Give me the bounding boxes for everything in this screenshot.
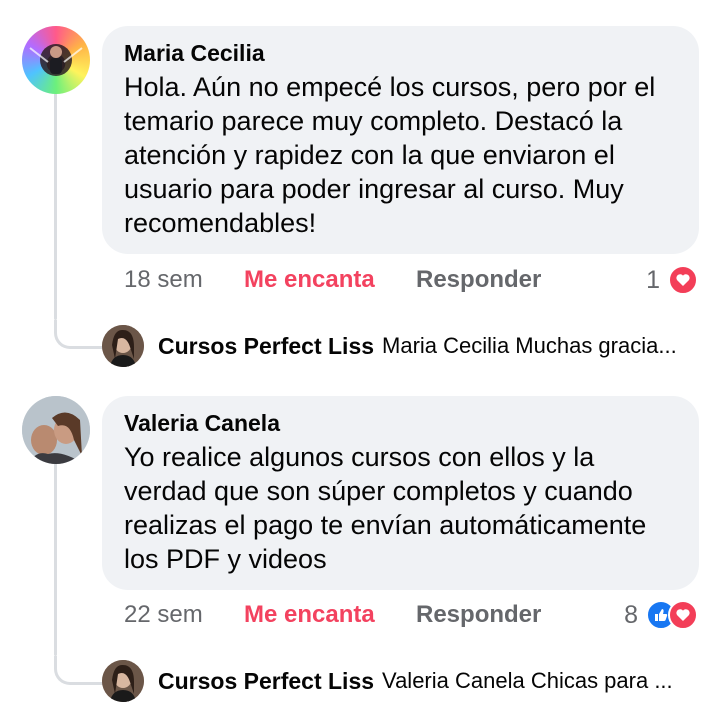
reaction-summary[interactable]: 1 bbox=[646, 263, 698, 297]
comment-timestamp[interactable]: 22 sem bbox=[124, 601, 244, 629]
avatar-image bbox=[22, 396, 90, 464]
love-button[interactable]: Me encanta bbox=[244, 266, 416, 294]
avatar-valeria-canela[interactable] bbox=[22, 396, 90, 464]
thread-line bbox=[54, 92, 57, 320]
comment-actions: 22 sem Me encanta Responder bbox=[124, 598, 541, 632]
reply-preview-text: Maria Cecilia Muchas gracia... bbox=[382, 333, 677, 358]
comment-actions: 18 sem Me encanta Responder bbox=[124, 263, 541, 297]
reaction-count: 8 bbox=[624, 600, 638, 629]
avatar-image bbox=[29, 44, 83, 76]
reply-author[interactable]: Cursos Perfect Liss bbox=[158, 668, 374, 695]
reply-button[interactable]: Responder bbox=[416, 601, 541, 629]
love-button[interactable]: Me encanta bbox=[244, 601, 416, 629]
reply-preview-row[interactable]: Cursos Perfect Liss Maria Cecilia Muchas… bbox=[102, 325, 702, 367]
reply-author[interactable]: Cursos Perfect Liss bbox=[158, 333, 374, 360]
avatar-maria-cecilia[interactable] bbox=[22, 26, 90, 94]
reply-preview-text: Valeria Canela Chicas para ... bbox=[382, 668, 673, 693]
avatar-cursos-perfect-liss[interactable] bbox=[102, 660, 144, 702]
comment-text: Yo realice algunos cursos con ellos y la… bbox=[124, 442, 647, 574]
avatar-image bbox=[102, 325, 144, 367]
comment-timestamp[interactable]: 18 sem bbox=[124, 266, 244, 294]
comment-bubble[interactable]: Maria Cecilia Hola. Aún no empecé los cu… bbox=[102, 26, 699, 254]
thread-line bbox=[54, 462, 57, 656]
comment-author[interactable]: Maria Cecilia bbox=[124, 38, 677, 68]
comment-author[interactable]: Valeria Canela bbox=[124, 408, 677, 438]
avatar-image bbox=[102, 660, 144, 702]
reaction-summary[interactable]: 8 bbox=[624, 598, 698, 632]
thread-connector bbox=[54, 320, 105, 349]
reply-preview-row[interactable]: Cursos Perfect Liss Valeria Canela Chica… bbox=[102, 660, 702, 702]
avatar-cursos-perfect-liss[interactable] bbox=[102, 325, 144, 367]
comment-text: Hola. Aún no empecé los cursos, pero por… bbox=[124, 72, 656, 238]
heart-icon bbox=[668, 600, 698, 630]
reaction-count: 1 bbox=[646, 265, 660, 294]
heart-icon bbox=[668, 265, 698, 295]
reply-button[interactable]: Responder bbox=[416, 266, 541, 294]
thread-connector bbox=[54, 656, 105, 685]
comment-bubble[interactable]: Valeria Canela Yo realice algunos cursos… bbox=[102, 396, 699, 590]
